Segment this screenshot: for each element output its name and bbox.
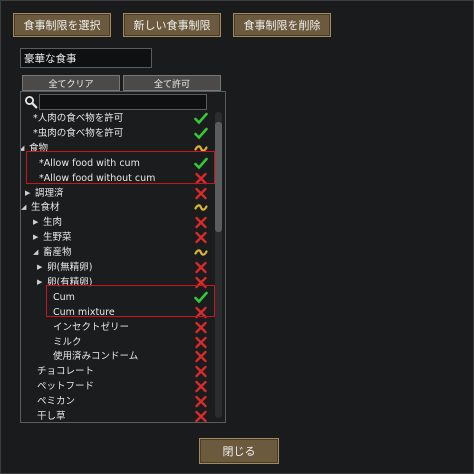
expanded-arrow-icon[interactable]: ◢: [33, 245, 38, 260]
delete-restriction-button[interactable]: 食事制限を削除: [233, 13, 331, 37]
highlight-box-cum-items: [46, 285, 215, 317]
cross-icon[interactable]: [194, 380, 208, 393]
tree-row[interactable]: ▶ 卵(無精卵): [21, 260, 213, 275]
tree-row-label: 生食材: [31, 202, 60, 214]
tree-row[interactable]: ペットフード: [21, 379, 213, 394]
expanded-arrow-icon[interactable]: ◢: [21, 141, 24, 156]
tree-row-label: *人肉の食べ物を許可: [33, 113, 124, 124]
tree-row[interactable]: *虫肉の食べ物を許可: [21, 126, 213, 141]
clear-all-button[interactable]: 全てクリア: [22, 75, 120, 91]
scrollbar-thumb[interactable]: [215, 122, 222, 232]
search-icon: [25, 96, 38, 109]
tree-row[interactable]: *人肉の食べ物を許可: [21, 111, 213, 126]
tree-row-label: *虫肉の食べ物を許可: [33, 127, 124, 139]
cross-icon[interactable]: [194, 350, 208, 363]
partial-icon[interactable]: [194, 201, 208, 214]
tree-row-label: 畜産物: [43, 247, 72, 259]
tree-row[interactable]: ▶ 調理済: [21, 186, 213, 201]
cross-icon[interactable]: [194, 216, 208, 229]
tree-row[interactable]: ▶ 生肉: [21, 215, 213, 230]
check-icon[interactable]: [194, 127, 208, 140]
tree-row[interactable]: ◢ 生食材: [21, 200, 213, 215]
expanded-arrow-icon[interactable]: ◢: [21, 200, 26, 215]
food-filter-tree: *人肉の食べ物を許可*虫肉の食べ物を許可◢食物*Allow food with …: [20, 91, 226, 423]
tree-row-label: ミルク: [53, 336, 82, 348]
collapsed-arrow-icon[interactable]: ▶: [25, 186, 30, 201]
tree-row-label: ペットフード: [37, 381, 95, 393]
search-input[interactable]: [39, 94, 207, 110]
tree-row[interactable]: インセクトゼリー: [21, 320, 213, 335]
close-button[interactable]: 閉じる: [199, 438, 279, 464]
collapsed-arrow-icon[interactable]: ▶: [37, 260, 42, 275]
tree-row-label: 生肉: [43, 217, 63, 229]
allow-all-button[interactable]: 全て許可: [123, 75, 221, 91]
tree-row[interactable]: 干し草: [21, 409, 213, 423]
cross-icon[interactable]: [194, 410, 208, 423]
tree-row-label: 卵(無精卵): [47, 262, 93, 273]
tree-row-label: 干し草: [37, 411, 66, 422]
cross-icon[interactable]: [194, 321, 208, 334]
tree-row-label: チョコレート: [37, 366, 95, 378]
tree-row[interactable]: チョコレート: [21, 364, 213, 379]
tree-row-label: インセクトゼリー: [53, 321, 130, 333]
tree-row-label: ペミカン: [37, 396, 76, 408]
tree-row[interactable]: ◢ 畜産物: [21, 245, 213, 260]
tree-row[interactable]: ▶ 生野菜: [21, 230, 213, 245]
check-icon[interactable]: [194, 112, 208, 125]
partial-icon[interactable]: [194, 246, 208, 259]
cross-icon[interactable]: [194, 187, 208, 200]
food-restriction-dialog: 食事制限を選択 新しい食事制限 食事制限を削除 豪華な食事 全てクリア 全て許可…: [0, 0, 474, 474]
tree-row[interactable]: ペミカン: [21, 394, 213, 409]
cross-icon[interactable]: [194, 231, 208, 244]
cross-icon[interactable]: [194, 365, 208, 378]
collapsed-arrow-icon[interactable]: ▶: [33, 230, 38, 245]
scrollbar[interactable]: [215, 112, 222, 418]
tree-row[interactable]: ミルク: [21, 335, 213, 350]
select-restriction-button[interactable]: 食事制限を選択: [13, 13, 111, 37]
tree-row-label: 生野菜: [43, 232, 72, 244]
search-row: [23, 94, 221, 110]
tree-row-label: 調理済: [35, 187, 64, 199]
collapsed-arrow-icon[interactable]: ▶: [37, 275, 42, 290]
tree-row[interactable]: 使用済みコンドーム: [21, 349, 213, 364]
highlight-box-cum-options: [26, 151, 215, 184]
new-restriction-button[interactable]: 新しい食事制限: [123, 13, 221, 37]
cross-icon[interactable]: [194, 336, 208, 349]
cross-icon[interactable]: [194, 395, 208, 408]
cross-icon[interactable]: [194, 261, 208, 274]
collapsed-arrow-icon[interactable]: ▶: [33, 215, 38, 230]
policy-name-field[interactable]: 豪華な食事: [20, 48, 152, 68]
tree-row-label: 使用済みコンドーム: [53, 351, 139, 363]
